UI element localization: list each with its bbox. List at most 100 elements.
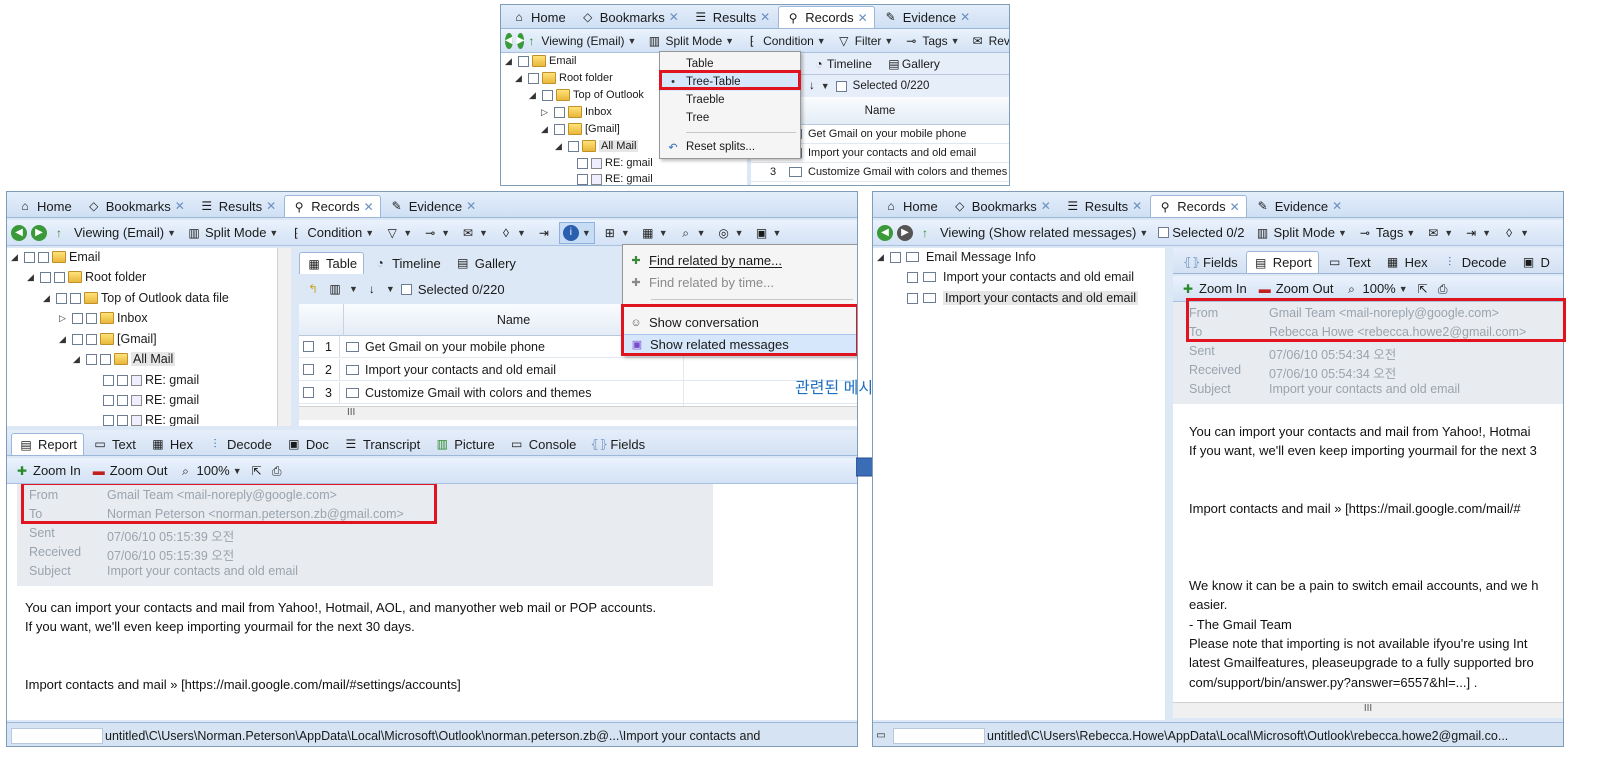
up-arrow-icon[interactable]: ↑: [917, 225, 933, 241]
zoom-in-button[interactable]: ✚ Zoom In: [11, 460, 84, 482]
tab-results[interactable]: ☰ Results ✕: [193, 195, 282, 217]
condition-dropdown[interactable]: ⁅ Condition ▼: [285, 222, 377, 244]
tab-timeline[interactable]: ◔ Timeline: [366, 252, 447, 274]
tab-console[interactable]: ▭ Console: [503, 433, 583, 455]
filter-dropdown[interactable]: ▽ Filter ▼: [833, 30, 897, 52]
zoom-in-button[interactable]: ✚ Zoom In: [1177, 278, 1250, 300]
tree-node-root[interactable]: ◢ Root folder: [27, 270, 146, 284]
tree-node-root[interactable]: ◢ Root folder: [515, 72, 613, 84]
close-icon[interactable]: ✕: [858, 11, 868, 25]
zoom-out-button[interactable]: ▬ Zoom Out: [88, 460, 171, 482]
tab-bookmarks[interactable]: ◇ Bookmarks ✕: [80, 195, 191, 217]
table-row[interactable]: 2 Import your contacts and old email: [299, 359, 857, 381]
eraser-dropdown[interactable]: ◊ ▼: [1498, 222, 1532, 244]
review-button[interactable]: ✉Revi: [967, 30, 1009, 52]
tab-doc[interactable]: ▣ D: [1515, 251, 1556, 273]
export-button[interactable]: ⇥: [533, 222, 555, 244]
menu-item-show-conversation[interactable]: ☺ Show conversation: [623, 312, 857, 333]
split-mode-dropdown[interactable]: ▥ Split Mode ▼: [183, 222, 281, 244]
zoom-level-dropdown[interactable]: ⌕ 100% ▼: [1340, 278, 1410, 300]
tree-node-top-outlook[interactable]: ◢ Top of Outlook data file: [43, 291, 229, 305]
grid-hscrollbar[interactable]: III: [299, 406, 857, 420]
tab-fields[interactable]: ⦃⦄ Fields: [584, 433, 651, 455]
tab-evidence[interactable]: ✎ Evidence ✕: [877, 6, 977, 28]
tab-report[interactable]: ▤ Report: [11, 433, 85, 455]
tab-picture[interactable]: ▥ Picture: [428, 433, 500, 455]
tab-transcript[interactable]: ☰ Transcript: [337, 433, 426, 455]
tab-hex[interactable]: ▦ Hex: [1379, 251, 1434, 273]
split-mode-dropdown[interactable]: ▥ Split Mode ▼: [643, 30, 737, 52]
tab-home[interactable]: ⌂ Home: [11, 195, 78, 217]
tab-results[interactable]: ☰ Results ✕: [687, 6, 776, 28]
tab-gallery[interactable]: ▤ Gallery: [886, 56, 940, 72]
tab-doc[interactable]: ▣ Doc: [280, 433, 335, 455]
tree-node-mail[interactable]: RE: gmail: [103, 393, 199, 407]
zoom-level-dropdown[interactable]: ⌕ 100% ▼: [174, 460, 244, 482]
table-row[interactable]: 3 Customize Gmail with colors and themes: [751, 163, 1009, 182]
select-all-toggle[interactable]: Selected 0/2: [1155, 222, 1247, 244]
menu-item-show-related-messages[interactable]: ▣ Show related messages: [623, 334, 857, 355]
select-all-checkbox[interactable]: [1158, 227, 1170, 238]
tab-evidence[interactable]: ✎ Evidence ✕: [1249, 195, 1349, 217]
close-icon[interactable]: ✕: [1132, 199, 1142, 213]
export-dropdown[interactable]: ⇥ ▼: [1460, 222, 1494, 244]
tab-gallery[interactable]: ▤ Gallery: [449, 252, 522, 274]
tab-table[interactable]: ▦ Table: [299, 252, 365, 274]
tree-node-email[interactable]: ◢ Email: [505, 55, 577, 67]
tab-evidence[interactable]: ✎ Evidence ✕: [383, 195, 483, 217]
tab-text[interactable]: ▭ Text: [86, 433, 142, 455]
up-arrow-icon[interactable]: ↑: [528, 33, 534, 49]
close-icon[interactable]: ✕: [175, 199, 185, 213]
viewing-dropdown[interactable]: Viewing (Show related messages) ▼: [937, 222, 1151, 244]
close-icon[interactable]: ✕: [1230, 200, 1240, 214]
menu-item-table[interactable]: Table: [660, 55, 800, 73]
related-dropdown[interactable]: i ▼: [558, 221, 595, 244]
back-icon[interactable]: ◀: [505, 32, 513, 49]
print-icon[interactable]: ⎙: [269, 463, 285, 479]
up-arrow-icon[interactable]: ↑: [51, 225, 67, 241]
tab-results[interactable]: ☰ Results ✕: [1059, 195, 1148, 217]
close-icon[interactable]: ✕: [1332, 199, 1342, 213]
tree-node-all-mail[interactable]: ◢ All Mail: [73, 352, 176, 366]
review-dropdown[interactable]: ✉ ▼: [1422, 222, 1456, 244]
tags-dropdown[interactable]: ⊸ Tags ▼: [1354, 222, 1418, 244]
eraser-dropdown[interactable]: ◊ ▼: [495, 222, 529, 244]
forward-icon[interactable]: ▶: [31, 224, 47, 241]
close-icon[interactable]: ✕: [760, 10, 770, 24]
tab-report[interactable]: ▤ Report: [1245, 251, 1319, 273]
tree-node-top-outlook[interactable]: ◢ Top of Outlook: [529, 89, 644, 101]
viewing-dropdown[interactable]: Viewing (Email) ▼: [538, 30, 639, 52]
tree-node-mail[interactable]: RE: gmail: [103, 413, 199, 426]
tab-records[interactable]: ⚲ Records ✕: [284, 195, 381, 217]
close-icon[interactable]: ✕: [364, 200, 374, 214]
select-all-checkbox[interactable]: [400, 283, 412, 295]
tab-bookmarks[interactable]: ◇ Bookmarks ✕: [574, 6, 685, 28]
tab-decode[interactable]: ⫶ Decode: [201, 433, 278, 455]
close-icon[interactable]: ✕: [466, 199, 476, 213]
tab-fields[interactable]: ⦃⦄ Fields: [1177, 251, 1244, 273]
tree-node-mail[interactable]: RE: gmail: [103, 373, 199, 387]
split-mode-dropdown[interactable]: ▥ Split Mode ▼: [1252, 222, 1350, 244]
tree-node-message[interactable]: Import your contacts and old email: [907, 291, 1139, 305]
tab-records[interactable]: ⚲ Records ✕: [778, 6, 875, 28]
tags-dropdown[interactable]: ⊸ ▼: [419, 222, 453, 244]
menu-item-reset-splits[interactable]: ↶ Reset splits...: [660, 138, 800, 156]
tree-node-gmail[interactable]: ◢ [Gmail]: [541, 123, 620, 135]
select-all-checkbox[interactable]: [835, 80, 847, 92]
menu-item-traeble[interactable]: Traeble: [660, 91, 800, 109]
sort-icon[interactable]: ↓: [364, 281, 380, 297]
tree-dropdown[interactable]: ⊞ ▼: [599, 222, 633, 244]
tags-dropdown[interactable]: ⊸ Tags ▼: [900, 30, 962, 52]
tab-records[interactable]: ⚲ Records ✕: [1150, 195, 1247, 217]
zoom-out-button[interactable]: ▬ Zoom Out: [1254, 278, 1337, 300]
options-dropdown[interactable]: ▣ ▼: [751, 222, 785, 244]
forward-icon[interactable]: ▶: [516, 32, 525, 49]
columns-icon[interactable]: ▥: [327, 281, 343, 297]
tree-node-mail[interactable]: RE: gmail: [577, 157, 653, 169]
tree-node-mail[interactable]: RE: gmail: [577, 173, 653, 185]
close-icon[interactable]: ✕: [669, 10, 679, 24]
review-dropdown[interactable]: ✉ ▼: [457, 222, 491, 244]
tab-text[interactable]: ▭ Text: [1321, 251, 1377, 273]
close-icon[interactable]: ✕: [266, 199, 276, 213]
export-page-icon[interactable]: ⇱: [249, 463, 265, 479]
